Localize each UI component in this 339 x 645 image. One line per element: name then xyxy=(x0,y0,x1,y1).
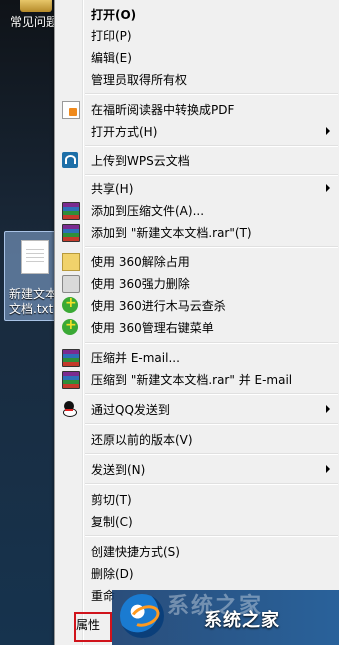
360-unlock-icon xyxy=(62,253,80,271)
menu-item-convert-pdf[interactable]: 在福昕阅读器中转换成PDF xyxy=(57,99,338,119)
menu-item-label: 添加到 "新建文本文档.rar"(T) xyxy=(91,226,252,240)
selected-file-icon[interactable]: 新建文本文档.txt xyxy=(4,231,57,321)
menu-item-upload-wps[interactable]: 上传到WPS云文档 xyxy=(57,150,338,170)
submenu-arrow-icon xyxy=(326,465,330,473)
folder-icon[interactable] xyxy=(20,0,52,12)
menu-item-label: 使用 360管理右键菜单 xyxy=(91,321,214,335)
menu-item-label: 上传到WPS云文档 xyxy=(91,154,190,168)
menu-item-restore-versions[interactable]: 还原以前的版本(V) xyxy=(57,429,338,449)
menu-item-label: 共享(H) xyxy=(91,182,134,196)
menu-item-360-manage-menu[interactable]: 使用 360管理右键菜单 xyxy=(57,317,338,337)
menu-item-label: 使用 360进行木马云查杀 xyxy=(91,299,226,313)
menu-item-360-unlock[interactable]: 使用 360解除占用 xyxy=(57,251,338,271)
context-menu: 打开(O) 打印(P) 编辑(E) 管理员取得所有权 在福昕阅读器中转换成PDF… xyxy=(54,0,339,645)
watermark-banner: 系统之家 系统之家 xyxy=(112,590,339,645)
qq-icon xyxy=(62,401,78,417)
text-file-icon xyxy=(21,240,49,274)
menu-item-label: 创建快捷方式(S) xyxy=(91,545,180,559)
menu-item-open[interactable]: 打开(O) xyxy=(57,4,338,24)
menu-separator xyxy=(85,423,338,425)
menu-item-label: 在福昕阅读器中转换成PDF xyxy=(91,103,235,117)
winrar-icon xyxy=(62,349,80,367)
menu-item-label: 管理员取得所有权 xyxy=(91,73,188,87)
submenu-arrow-icon xyxy=(326,184,330,192)
menu-item-label: 发送到(N) xyxy=(91,463,146,477)
properties-highlight-box xyxy=(74,612,112,642)
menu-item-label: 打印(P) xyxy=(91,29,132,43)
menu-item-send-to[interactable]: 发送到(N) xyxy=(57,459,338,479)
menu-item-360-shred[interactable]: 使用 360强力删除 xyxy=(57,273,338,293)
menu-item-add-to-archive[interactable]: 添加到压缩文件(A)... xyxy=(57,200,338,220)
menu-item-label: 使用 360强力删除 xyxy=(91,277,190,291)
wps-cloud-icon xyxy=(62,152,78,168)
file-icon-label: 新建文本文档.txt xyxy=(9,287,57,316)
menu-item-label: 删除(D) xyxy=(91,567,134,581)
menu-item-share[interactable]: 共享(H) xyxy=(57,178,338,198)
360-shred-icon xyxy=(62,275,80,293)
menu-item-label: 复制(C) xyxy=(91,515,133,529)
desktop-icon-label[interactable]: 常见问题 xyxy=(10,13,58,30)
menu-separator xyxy=(85,393,338,395)
winrar-icon xyxy=(62,202,80,220)
menu-item-label: 压缩到 "新建文本文档.rar" 并 E-mail xyxy=(91,373,293,387)
menu-item-cut[interactable]: 剪切(T) xyxy=(57,489,338,509)
menu-item-label: 打开方式(H) xyxy=(91,125,158,139)
menu-item-label: 使用 360解除占用 xyxy=(91,255,190,269)
menu-item-label: 通过QQ发送到 xyxy=(91,403,170,417)
menu-item-label: 压缩并 E-mail... xyxy=(91,351,180,365)
menu-item-compress-email[interactable]: 压缩并 E-mail... xyxy=(57,347,338,367)
menu-separator xyxy=(85,93,338,95)
menu-item-label: 还原以前的版本(V) xyxy=(91,433,193,447)
menu-separator xyxy=(85,246,338,248)
menu-separator xyxy=(85,342,338,344)
submenu-arrow-icon xyxy=(326,405,330,413)
menu-item-copy[interactable]: 复制(C) xyxy=(57,511,338,531)
submenu-arrow-icon xyxy=(326,127,330,135)
menu-item-compress-rar-email[interactable]: 压缩到 "新建文本文档.rar" 并 E-mail xyxy=(57,369,338,389)
menu-item-open-with[interactable]: 打开方式(H) xyxy=(57,121,338,141)
menu-item-add-to-rar[interactable]: 添加到 "新建文本文档.rar"(T) xyxy=(57,222,338,242)
menu-separator xyxy=(85,483,338,485)
menu-item-edit[interactable]: 编辑(E) xyxy=(57,47,338,67)
menu-separator xyxy=(85,453,338,455)
watermark-text: 系统之家 xyxy=(204,610,280,631)
menu-item-label: 添加到压缩文件(A)... xyxy=(91,204,205,218)
menu-item-take-ownership[interactable]: 管理员取得所有权 xyxy=(57,69,338,89)
menu-item-label: 剪切(T) xyxy=(91,493,132,507)
menu-item-label: 打开(O) xyxy=(91,8,137,22)
menu-separator xyxy=(85,145,338,147)
menu-item-delete[interactable]: 删除(D) xyxy=(57,563,338,583)
menu-item-send-via-qq[interactable]: 通过QQ发送到 xyxy=(57,399,338,419)
pdf-convert-icon xyxy=(62,101,80,119)
menu-item-360-scan[interactable]: 使用 360进行木马云查杀 xyxy=(57,295,338,315)
menu-item-print[interactable]: 打印(P) xyxy=(57,25,338,45)
menu-separator xyxy=(85,174,338,176)
menu-item-create-shortcut[interactable]: 创建快捷方式(S) xyxy=(57,541,338,561)
menu-separator xyxy=(85,535,338,537)
360-scan-icon xyxy=(62,295,78,313)
winrar-icon xyxy=(62,371,80,389)
menu-item-label: 编辑(E) xyxy=(91,51,132,65)
winrar-icon xyxy=(62,224,80,242)
360-menu-icon xyxy=(62,317,78,335)
